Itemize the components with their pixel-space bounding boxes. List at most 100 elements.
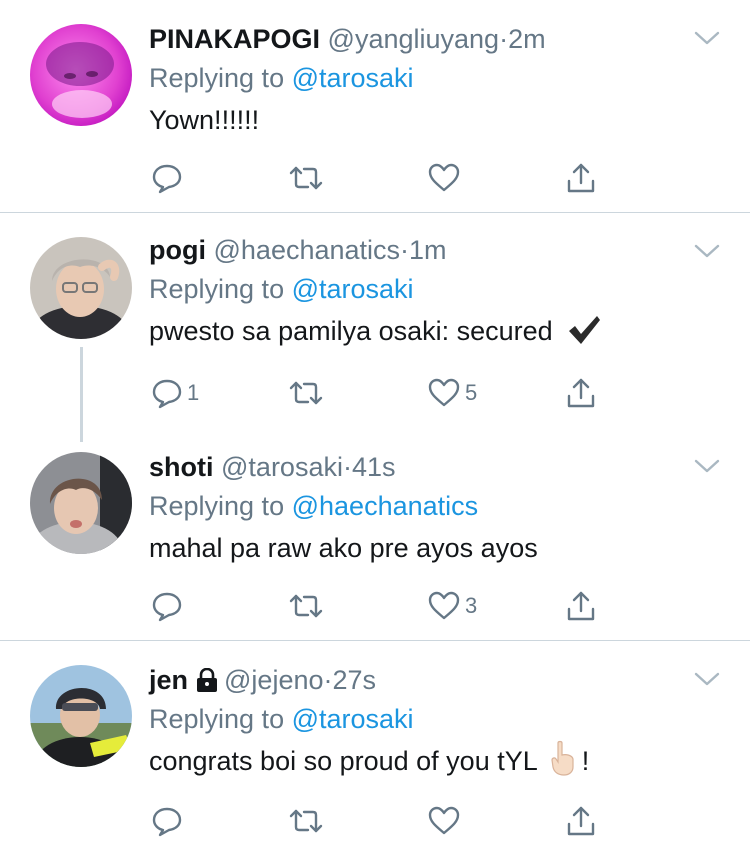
avatar-pink-image xyxy=(30,24,132,126)
reply-button[interactable]: 1 xyxy=(151,373,199,413)
tweet-actions xyxy=(149,801,609,841)
tweet-text: Yown!!!!!! xyxy=(149,98,730,142)
handle[interactable]: @haechanatics xyxy=(214,235,401,265)
timestamp[interactable]: 2m xyxy=(508,24,546,54)
tweet-text: congrats boi so proud of you tYL! xyxy=(149,739,730,783)
chevron-down-icon[interactable] xyxy=(694,671,720,687)
avatar[interactable] xyxy=(30,24,132,126)
speech-bubble-icon xyxy=(152,592,182,622)
tweet-actions xyxy=(149,158,609,198)
display-name[interactable]: PINAKAPOGI xyxy=(149,24,320,54)
separator: · xyxy=(323,665,333,695)
replying-prefix: Replying to xyxy=(149,704,285,734)
reply-button[interactable] xyxy=(151,586,187,626)
handle[interactable]: @yangliuyang xyxy=(328,24,500,54)
separator: · xyxy=(400,235,410,265)
speech-bubble-icon xyxy=(152,807,182,837)
like-button[interactable]: 5 xyxy=(427,373,477,413)
display-name[interactable]: shoti xyxy=(149,452,214,482)
display-name[interactable]: jen xyxy=(149,665,188,695)
pointing-up-emoji-icon xyxy=(551,740,574,776)
tweet-header: shoti @tarosaki·41s xyxy=(149,448,730,486)
heart-icon xyxy=(428,591,460,620)
mention-link[interactable]: @haechanatics xyxy=(292,491,479,521)
share-icon xyxy=(567,163,595,193)
retweet-icon xyxy=(289,809,323,833)
tweet-body: Yown!!!!!! xyxy=(149,105,260,135)
reply-button[interactable] xyxy=(151,801,187,841)
share-button[interactable] xyxy=(565,158,597,198)
reply-button[interactable] xyxy=(151,158,187,198)
tweet-3[interactable]: shoti @tarosaki·41s Replying to @haechan… xyxy=(0,438,750,640)
mention-link[interactable]: @tarosaki xyxy=(292,704,414,734)
tweet-1[interactable]: PINAKAPOGI @yangliuyang·2m Replying to @… xyxy=(0,0,750,212)
tweet-body: congrats boi so proud of you tYL xyxy=(149,746,538,776)
replying-to: Replying to @haechanatics xyxy=(149,486,730,526)
like-button[interactable]: 3 xyxy=(427,586,477,626)
avatar[interactable] xyxy=(30,452,132,554)
replying-prefix: Replying to xyxy=(149,491,285,521)
mention-link[interactable]: @tarosaki xyxy=(292,63,414,93)
retweet-button[interactable] xyxy=(288,801,328,841)
heart-icon xyxy=(428,806,460,835)
separator: · xyxy=(342,452,352,482)
tweet-header: pogi @haechanatics·1m xyxy=(149,231,730,269)
retweet-button[interactable] xyxy=(288,158,328,198)
lock-icon xyxy=(197,668,218,692)
tweet-header: PINAKAPOGI @yangliuyang·2m xyxy=(149,20,730,58)
heart-icon xyxy=(428,163,460,192)
share-button[interactable] xyxy=(565,801,597,841)
timestamp[interactable]: 27s xyxy=(333,665,377,695)
replying-prefix: Replying to xyxy=(149,63,285,93)
handle[interactable]: @tarosaki xyxy=(221,452,343,482)
handle[interactable]: @jejeno xyxy=(224,665,323,695)
timestamp[interactable]: 1m xyxy=(409,235,447,265)
share-icon xyxy=(567,591,595,621)
share-button[interactable] xyxy=(565,373,597,413)
retweet-icon xyxy=(289,166,323,190)
retweet-icon xyxy=(289,381,323,405)
replying-prefix: Replying to xyxy=(149,274,285,304)
replying-to: Replying to @tarosaki xyxy=(149,58,730,98)
tweet-2[interactable]: pogi @haechanatics·1m Replying to @taros… xyxy=(0,213,750,442)
chevron-down-icon[interactable] xyxy=(694,30,720,46)
thread-connector xyxy=(80,347,83,442)
avatar-hoodie-image xyxy=(30,452,132,554)
chevron-down-icon[interactable] xyxy=(694,458,720,474)
separator: · xyxy=(499,24,509,54)
avatar-helmet-image xyxy=(30,665,132,767)
like-count: 3 xyxy=(465,593,478,618)
replying-to: Replying to @tarosaki xyxy=(149,269,730,309)
avatar[interactable] xyxy=(30,665,132,767)
mention-link[interactable]: @tarosaki xyxy=(292,274,414,304)
reply-count: 1 xyxy=(187,380,200,405)
tweet-body: pwesto sa pamilya osaki: secured xyxy=(149,316,553,346)
retweet-button[interactable] xyxy=(288,586,328,626)
retweet-icon xyxy=(289,594,323,618)
retweet-button[interactable] xyxy=(288,373,328,413)
like-button[interactable] xyxy=(427,158,465,198)
tweet-actions: 1 5 xyxy=(149,373,609,413)
speech-bubble-icon xyxy=(152,379,182,409)
timestamp[interactable]: 41s xyxy=(352,452,396,482)
share-icon xyxy=(567,378,595,408)
tweet-header: jen @jejeno·27s xyxy=(149,661,730,699)
share-button[interactable] xyxy=(565,586,597,626)
replying-to: Replying to @tarosaki xyxy=(149,699,730,739)
avatar-grey-hair-image xyxy=(30,237,132,339)
speech-bubble-icon xyxy=(152,164,182,194)
like-count: 5 xyxy=(465,380,478,405)
tweet-body: mahal pa raw ako pre ayos ayos xyxy=(149,533,538,563)
share-icon xyxy=(567,806,595,836)
display-name[interactable]: pogi xyxy=(149,235,206,265)
tweet-4[interactable]: jen @jejeno·27s Replying to @tarosaki con… xyxy=(0,641,750,852)
heart-icon xyxy=(428,378,460,407)
chevron-down-icon[interactable] xyxy=(694,243,720,259)
like-button[interactable] xyxy=(427,801,465,841)
heavy-check-mark-icon xyxy=(569,316,601,344)
tweet-text: pwesto sa pamilya osaki: secured xyxy=(149,309,730,353)
tweet-text: mahal pa raw ako pre ayos ayos xyxy=(149,526,730,570)
tweet-actions: 3 xyxy=(149,586,609,626)
tweet-body-suffix: ! xyxy=(581,746,590,776)
avatar[interactable] xyxy=(30,237,132,339)
